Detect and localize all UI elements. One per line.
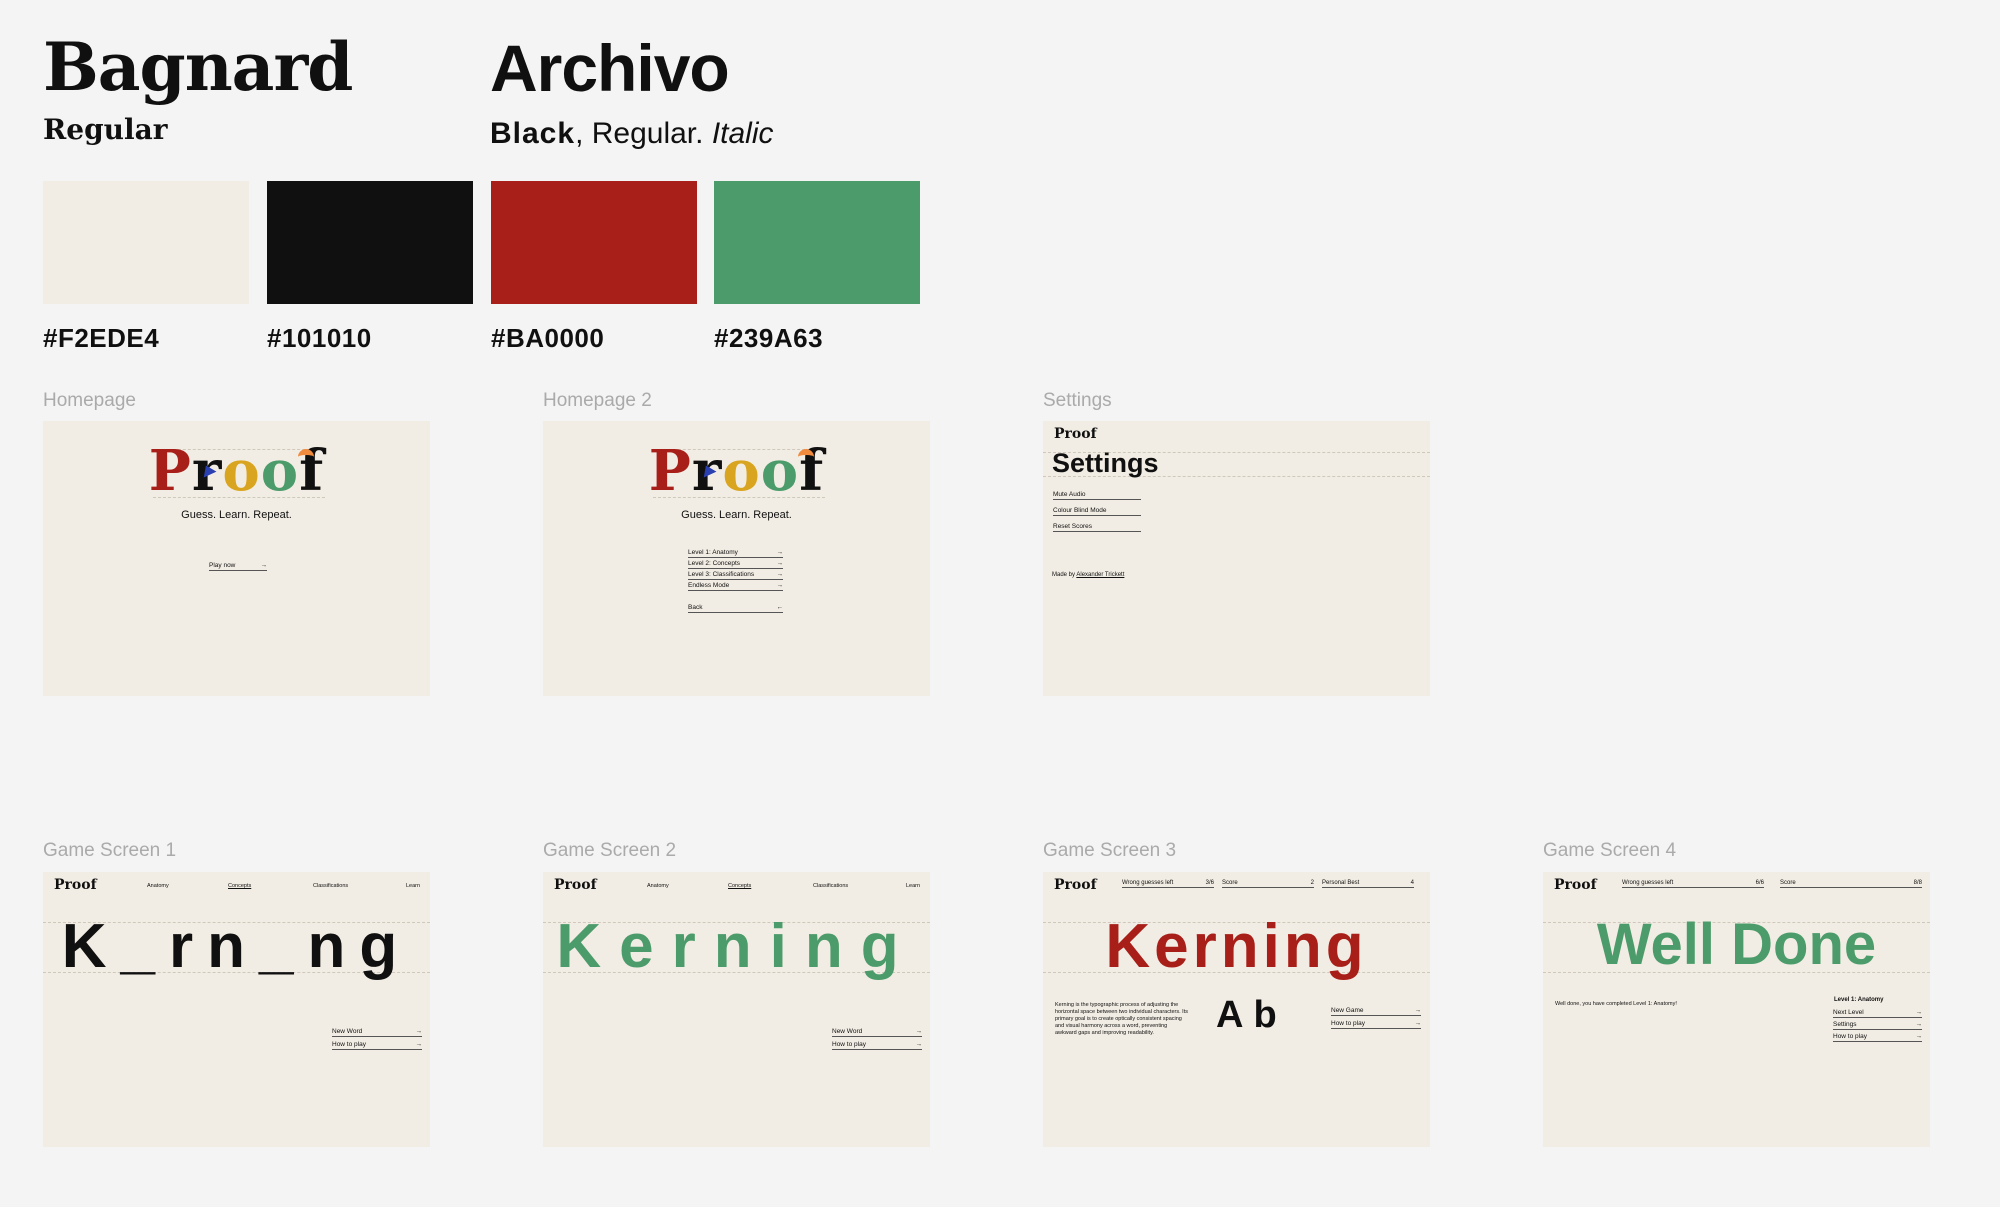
settings-button[interactable]: Settings → bbox=[1833, 1021, 1922, 1030]
level-2-button[interactable]: Level 2: Concepts → bbox=[688, 560, 783, 569]
nav-concepts[interactable]: Concepts bbox=[228, 883, 251, 889]
arrow-right-icon: → bbox=[1414, 1020, 1422, 1027]
frame-game2: Proof Anatomy Concepts Classifications L… bbox=[543, 872, 930, 1147]
sans-font-weights: Black, Regular. Italic bbox=[490, 117, 774, 151]
swatch-red bbox=[491, 181, 697, 304]
settings-title: Settings bbox=[1052, 448, 1159, 478]
answer-word: Kerning bbox=[1105, 912, 1368, 981]
arrow-right-icon: → bbox=[776, 571, 784, 578]
frame-homepage2: Proof Guess. Learn. Repeat. Level 1: Ana… bbox=[543, 421, 930, 696]
proof-logo: Proof bbox=[54, 877, 97, 893]
level-title: Level 1: Anatomy bbox=[1834, 997, 1884, 1003]
arrow-right-icon: → bbox=[776, 549, 784, 556]
accent-shape bbox=[298, 449, 314, 459]
tagline: Guess. Learn. Repeat. bbox=[181, 509, 292, 521]
tagline: Guess. Learn. Repeat. bbox=[681, 509, 792, 521]
play-now-button[interactable]: Play now → bbox=[209, 562, 267, 571]
arrow-right-icon: → bbox=[915, 1028, 923, 1035]
nav-classifications[interactable]: Classifications bbox=[813, 883, 848, 889]
nav-learn[interactable]: Learn bbox=[906, 883, 920, 889]
frame-game1: Proof Anatomy Concepts Classifications L… bbox=[43, 872, 430, 1147]
proof-logo: Proof bbox=[1554, 877, 1597, 893]
new-word-button[interactable]: New Word → bbox=[332, 1028, 422, 1037]
arrow-left-icon: ← bbox=[776, 604, 784, 611]
frame-label-game4: Game Screen 4 bbox=[1543, 840, 1677, 861]
reset-scores-button[interactable]: Reset Scores bbox=[1053, 523, 1141, 532]
proof-logo: Proof bbox=[148, 438, 325, 504]
nav-anatomy[interactable]: Anatomy bbox=[147, 883, 169, 889]
credit: Made by Alexander Trickett bbox=[1052, 572, 1125, 578]
sans-font-name: Archivo bbox=[490, 31, 730, 105]
frame-label-game2: Game Screen 2 bbox=[543, 840, 677, 861]
arrow-right-icon: → bbox=[1414, 1007, 1422, 1014]
serif-font-weight: Regular bbox=[43, 113, 168, 146]
swatch-label-green: #239A63 bbox=[714, 323, 824, 353]
how-to-play-button[interactable]: How to play → bbox=[1833, 1033, 1922, 1042]
how-to-play-button[interactable]: How to play → bbox=[832, 1041, 922, 1050]
nav-concepts[interactable]: Concepts bbox=[728, 883, 751, 889]
stat-wrong-guesses: Wrong guesses left 3/6 bbox=[1122, 880, 1214, 888]
accent-shape bbox=[798, 449, 814, 459]
kerning-sample: Ab bbox=[1216, 994, 1287, 1036]
frame-game3: Proof Wrong guesses left 3/6 Score 2 Perso… bbox=[1043, 872, 1430, 1147]
stat-wrong-guesses: Wrong guesses left 6/6 bbox=[1622, 880, 1764, 888]
stat-personal-best: Personal Best 4 bbox=[1322, 880, 1414, 888]
frame-game4: Proof Wrong guesses left 6/6 Score 8/8 Wel… bbox=[1543, 872, 1930, 1147]
arrow-right-icon: → bbox=[776, 560, 784, 567]
swatch-cream bbox=[43, 181, 249, 304]
arrow-right-icon: → bbox=[415, 1041, 423, 1048]
level-1-button[interactable]: Level 1: Anatomy → bbox=[688, 549, 783, 558]
swatch-black bbox=[267, 181, 473, 304]
swatch-green bbox=[714, 181, 920, 304]
how-to-play-button[interactable]: How to play → bbox=[332, 1041, 422, 1050]
proof-logo: Proof bbox=[1054, 877, 1097, 893]
endless-mode-button[interactable]: Endless Mode → bbox=[688, 582, 783, 591]
arrow-right-icon: → bbox=[776, 582, 784, 589]
arrow-right-icon: → bbox=[1915, 1033, 1923, 1040]
new-word-button[interactable]: New Word → bbox=[832, 1028, 922, 1037]
proof-logo: Proof bbox=[1054, 426, 1097, 442]
proof-logo: Proof bbox=[648, 438, 825, 504]
arrow-right-icon: → bbox=[415, 1028, 423, 1035]
weight-black: Black bbox=[490, 117, 576, 150]
proof-logo: Proof bbox=[554, 877, 597, 893]
frame-homepage: Proof Guess. Learn. Repeat. Play now → bbox=[43, 421, 430, 696]
arrow-right-icon: → bbox=[915, 1041, 923, 1048]
frame-label-settings: Settings bbox=[1043, 390, 1112, 411]
completion-message: Well done, you have completed Level 1: A… bbox=[1555, 1001, 1677, 1007]
frame-label-homepage2: Homepage 2 bbox=[543, 390, 652, 411]
stat-score: Score 8/8 bbox=[1780, 880, 1922, 888]
arrow-right-icon: → bbox=[1915, 1021, 1923, 1028]
frame-settings: Proof Settings Mute Audio Colour Blind M… bbox=[1043, 421, 1430, 696]
puzzle-word: K_rn_ng bbox=[61, 912, 412, 981]
well-done-heading: Well Done bbox=[1596, 912, 1877, 977]
how-to-play-button[interactable]: How to play → bbox=[1331, 1020, 1421, 1029]
weight-regular: , Regular. bbox=[575, 117, 712, 150]
frame-label-game1: Game Screen 1 bbox=[43, 840, 177, 861]
author-link[interactable]: Alexander Trickett bbox=[1076, 572, 1124, 578]
stat-score: Score 2 bbox=[1222, 880, 1314, 888]
serif-font-name: Bagnard bbox=[43, 28, 353, 106]
arrow-right-icon: → bbox=[260, 562, 268, 569]
definition-text: Kerning is the typographic process of ad… bbox=[1055, 1002, 1188, 1036]
back-button[interactable]: Back ← bbox=[688, 604, 783, 613]
frame-label-game3: Game Screen 3 bbox=[1043, 840, 1177, 861]
swatch-label-cream: #F2EDE4 bbox=[43, 323, 160, 353]
new-game-button[interactable]: New Game → bbox=[1331, 1007, 1421, 1016]
nav-anatomy[interactable]: Anatomy bbox=[647, 883, 669, 889]
next-level-button[interactable]: Next Level → bbox=[1833, 1009, 1922, 1018]
mute-audio-toggle[interactable]: Mute Audio bbox=[1053, 491, 1141, 500]
nav-classifications[interactable]: Classifications bbox=[313, 883, 348, 889]
arrow-right-icon: → bbox=[1915, 1009, 1923, 1016]
colour-blind-toggle[interactable]: Colour Blind Mode bbox=[1053, 507, 1141, 516]
level-3-button[interactable]: Level 3: Classifications → bbox=[688, 571, 783, 580]
frame-label-homepage: Homepage bbox=[43, 390, 136, 411]
nav-learn[interactable]: Learn bbox=[406, 883, 420, 889]
weight-italic: Italic bbox=[711, 117, 774, 150]
swatch-label-red: #BA0000 bbox=[491, 323, 605, 353]
solved-word: Kerning bbox=[556, 912, 917, 981]
swatch-label-black: #101010 bbox=[267, 323, 372, 353]
